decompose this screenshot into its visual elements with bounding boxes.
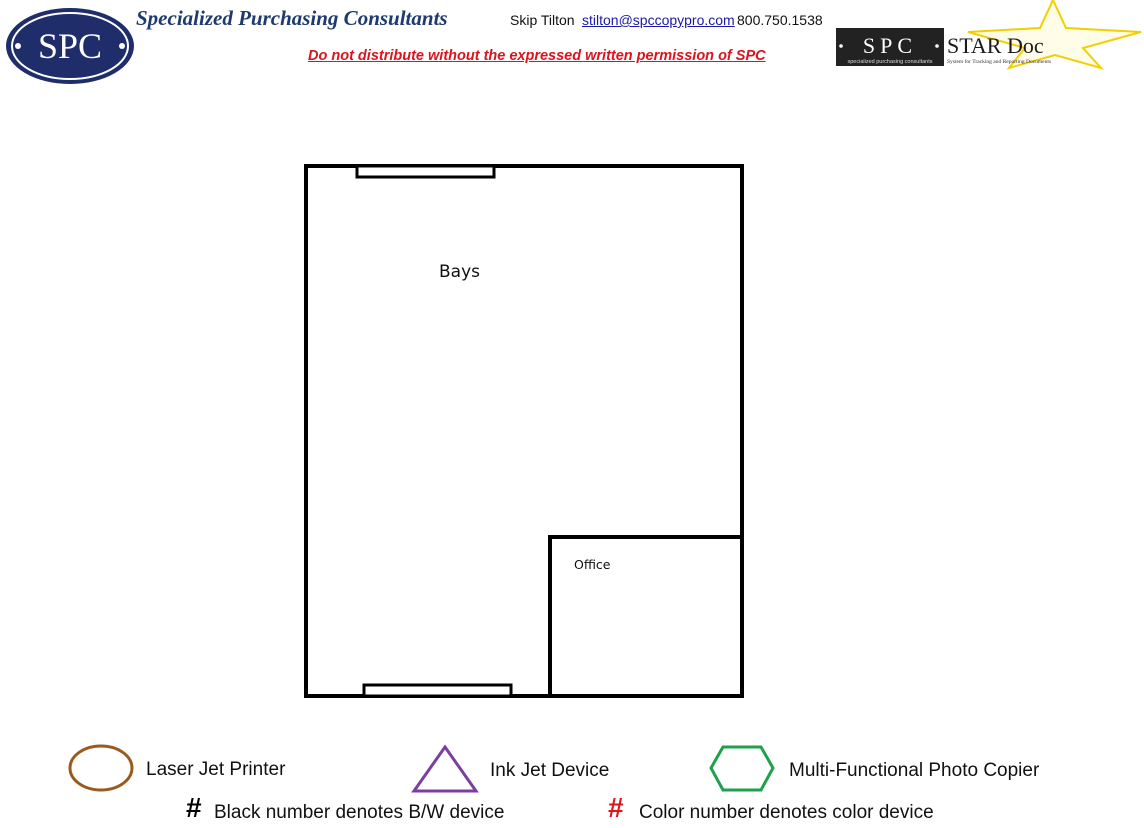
room-label-office: Office: [574, 557, 611, 572]
legend-mfp-label: Multi-Functional Photo Copier: [789, 760, 1040, 781]
mfp-legend-icon: [709, 745, 775, 792]
legend-ink-jet-label: Ink Jet Device: [490, 760, 610, 781]
building-outline: [304, 164, 744, 698]
ink-jet-legend-icon: [411, 744, 479, 793]
laser-jet-legend-icon: [68, 744, 134, 792]
floor-plan: [68, 164, 775, 793]
top-door: [355, 164, 496, 179]
legend-laser-jet-label: Laser Jet Printer: [146, 759, 286, 780]
black-hash-icon: #: [186, 792, 202, 823]
legend-bw-note: Black number denotes B/W device: [214, 802, 505, 823]
bottom-door: [362, 683, 513, 698]
room-label-bays: Bays: [439, 262, 480, 282]
legend-color-note: Color number denotes color device: [639, 802, 934, 823]
red-hash-icon: #: [608, 792, 624, 823]
